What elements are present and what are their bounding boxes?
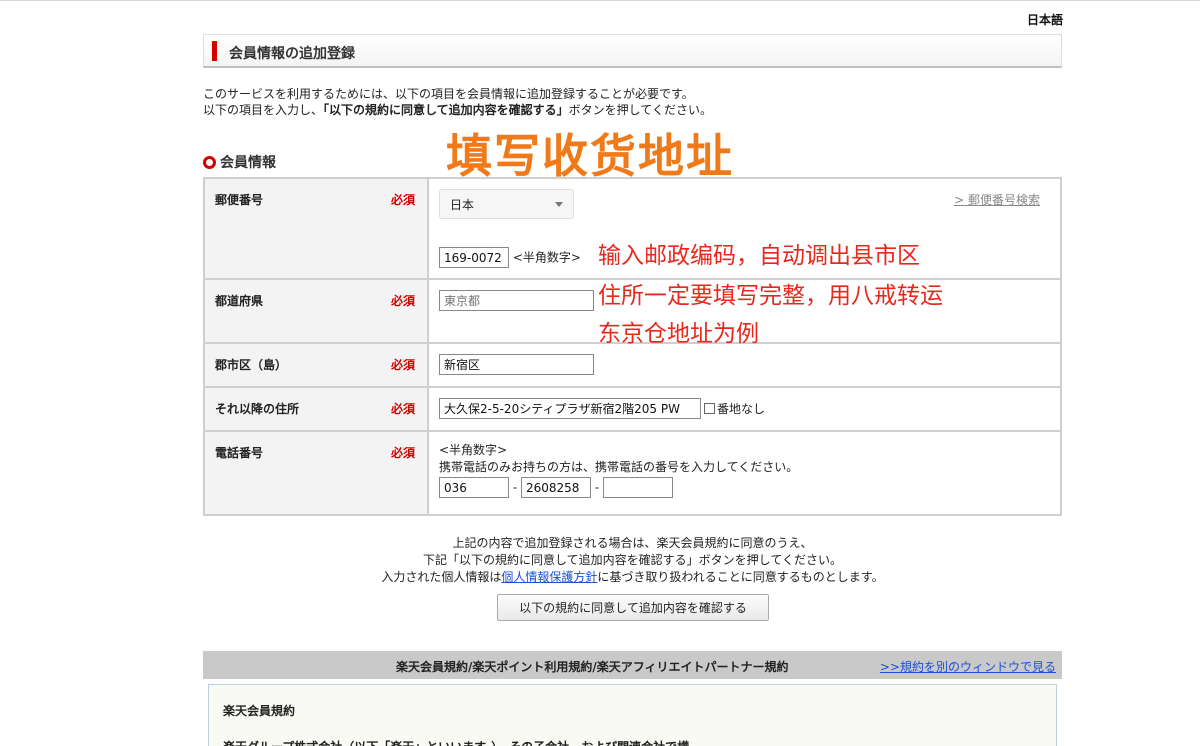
terms-header-bar: 楽天会員規約/楽天ポイント利用規約/楽天アフィリエイトパートナー規約 >>規約を… (203, 651, 1062, 679)
page-title: 会員情報の追加登録 (229, 46, 355, 62)
required-badge: 必須 (390, 294, 415, 308)
agree-confirm-button[interactable]: 以下の規約に同意して追加内容を確認する (497, 594, 769, 621)
annotation-line-3: 东京仓地址为例 (598, 321, 759, 347)
form-row-phone: 電話番号 必須 <半角数字> 携帯電話のみお持ちの方は、携帯電話の番号を入力して… (203, 430, 1062, 516)
notice-line-3-post: に基づき取り扱われることに同意するものとします。 (597, 570, 884, 584)
form-row-address: それ以降の住所 必須 番地なし (203, 386, 1062, 432)
top-divider (0, 0, 1200, 1)
intro-line-2-post: ボタンを押してください。 (568, 103, 712, 117)
notice-line-3: 入力された個人情報は個人情報保護方針に基づき取り扱われることに同意するものとしま… (203, 569, 1062, 586)
city-input[interactable] (439, 354, 594, 375)
terms-bar-title: 楽天会員規約/楽天ポイント利用規約/楽天アフィリエイトパートナー規約 (396, 660, 789, 674)
city-label: 郡市区（島） (215, 358, 288, 372)
form-row-city: 郡市区（島） 必須 (203, 342, 1062, 388)
postal-label: 郵便番号 (215, 193, 264, 207)
address-label-cell: それ以降の住所 必須 (203, 386, 429, 432)
radio-ring-icon (203, 155, 216, 169)
city-value-cell (427, 342, 1062, 388)
no-number-label: 番地なし (717, 402, 766, 416)
phone-input-1[interactable] (439, 477, 509, 498)
phone-label-cell: 電話番号 必須 (203, 430, 429, 516)
notice-line-1: 上記の内容で追加登録される場合は、楽天会員規約に同意のうえ、 (452, 536, 813, 550)
annotation-line-2: 住所一定要填写完整，用八戒转运 (598, 283, 943, 309)
required-badge: 必須 (390, 358, 415, 372)
notice-line-3-pre: 入力された個人情報は (381, 570, 502, 584)
phone-note: 携帯電話のみお持ちの方は、携帯電話の番号を入力してください。 (439, 460, 799, 474)
section-title-member-info: 会員情報 (203, 152, 276, 172)
city-label-cell: 郡市区（島） 必須 (203, 342, 429, 388)
address-input[interactable] (439, 398, 701, 419)
notice-line-2: 下記「以下の規約に同意して追加内容を確認する」ボタンを押してください。 (423, 553, 842, 567)
phone-separator: - (594, 480, 600, 495)
terms-heading: 楽天会員規約 (223, 704, 296, 718)
country-select-value: 日本 (450, 197, 475, 212)
phone-input-2[interactable] (521, 477, 591, 498)
intro-line-2-pre: 以下の項目を入力し、 (203, 103, 324, 117)
terms-scroll-box[interactable]: 楽天会員規約 楽天グループ株式会社（以下「楽天」といいます。）、その子会社、およ… (208, 684, 1057, 746)
intro-line-1: このサービスを利用するためには、以下の項目を会員情報に追加登録することが必要です… (203, 87, 694, 101)
header-accent-bar (212, 41, 217, 61)
address-value-cell: 番地なし (427, 386, 1062, 432)
phone-hint: <半角数字> (439, 443, 508, 457)
phone-separator: - (512, 480, 518, 495)
prefecture-label-cell: 都道府県 必須 (203, 278, 429, 344)
no-number-checkbox[interactable] (704, 403, 715, 414)
intro-text: このサービスを利用するためには、以下の項目を会員情報に追加登録することが必要です… (203, 86, 712, 118)
required-badge: 必須 (390, 193, 415, 207)
terms-first-line: 楽天グループ株式会社（以下「楽天」といいます。）、その子会社、および関連会社で構 (223, 738, 689, 746)
intro-line-2: 以下の項目を入力し、「以下の規約に同意して追加内容を確認する」ボタンを押してくだ… (203, 102, 712, 118)
prefecture-input[interactable] (439, 290, 594, 311)
address-label: それ以降の住所 (215, 402, 300, 416)
terms-open-window-link[interactable]: >>規約を別のウィンドウで見る (880, 658, 1056, 675)
postal-code-input[interactable] (439, 247, 509, 268)
country-select[interactable]: 日本 (439, 189, 574, 219)
page-header: 会員情報の追加登録 (203, 34, 1062, 68)
phone-input-3[interactable] (603, 477, 673, 498)
phone-label: 電話番号 (215, 446, 264, 460)
phone-value-cell: <半角数字> 携帯電話のみお持ちの方は、携帯電話の番号を入力してください。 - … (427, 430, 1062, 516)
consent-notice: 上記の内容で追加登録される場合は、楽天会員規約に同意のうえ、 下記「以下の規約に… (203, 535, 1062, 586)
language-selector[interactable]: 日本語 (1027, 11, 1063, 28)
section-title-label: 会員情報 (220, 155, 276, 171)
prefecture-label: 都道府県 (215, 294, 264, 308)
chevron-down-icon (555, 201, 563, 207)
intro-line-2-bold: 「以下の規約に同意して追加内容を確認する」 (323, 103, 569, 117)
postal-label-cell: 郵便番号 必須 (203, 177, 429, 280)
annotation-line-1: 输入邮政编码，自动调出县市区 (598, 243, 920, 269)
postal-search-link[interactable]: > 郵便番号検索 (954, 191, 1040, 208)
required-badge: 必須 (390, 446, 415, 460)
postal-hint: <半角数字> (512, 250, 581, 265)
required-badge: 必須 (390, 402, 415, 416)
privacy-policy-link[interactable]: 個人情報保護方針 (501, 570, 597, 584)
